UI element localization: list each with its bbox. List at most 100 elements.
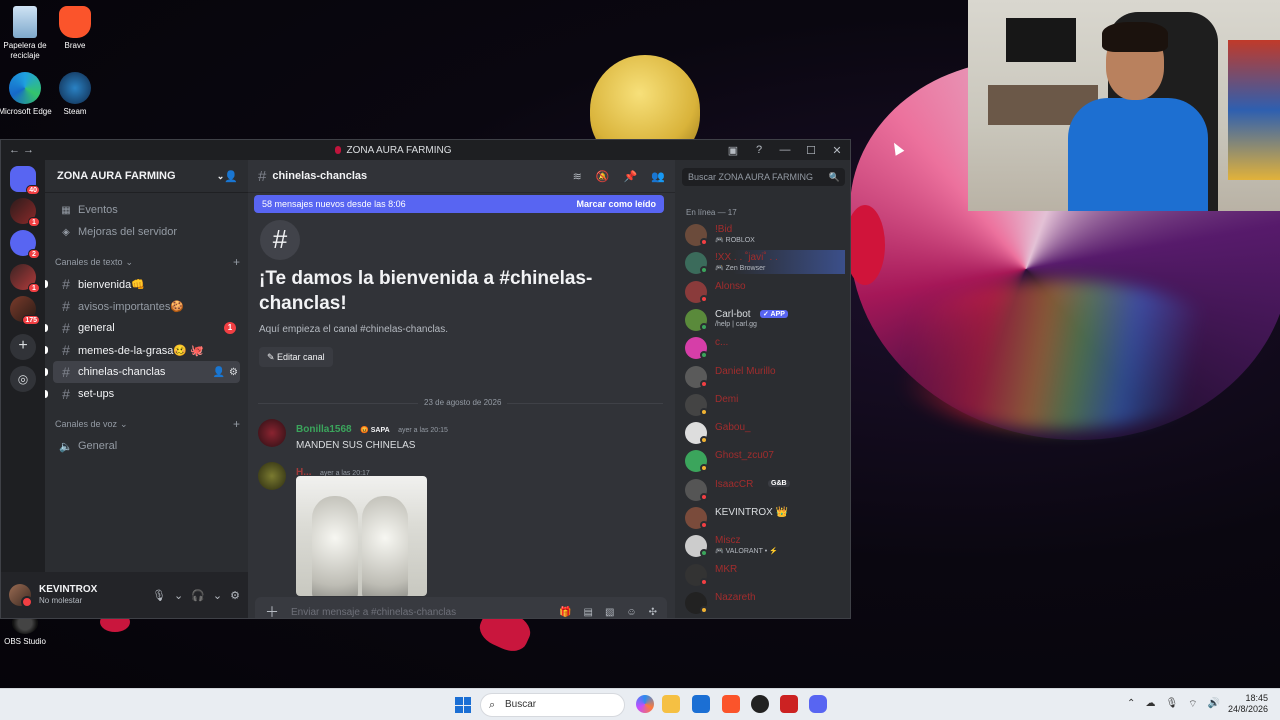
member-item[interactable]: KEVINTROX 👑 (685, 505, 845, 529)
category-label: Canales de texto (55, 257, 123, 267)
minimize-button[interactable]: — (778, 144, 792, 157)
avatar[interactable] (9, 584, 33, 608)
user-settings-icon[interactable]: ⚙ (230, 589, 240, 602)
message-input[interactable]: Enviar mensaje a #chinelas-chanclas (291, 607, 559, 618)
store-icon[interactable] (692, 695, 710, 713)
member-item[interactable]: MKR (685, 562, 845, 586)
pin-icon[interactable]: 📌 (624, 170, 638, 183)
chevron-down-icon[interactable]: ⌄ (174, 589, 183, 602)
emoji-icon[interactable]: ☺ (626, 607, 636, 618)
category-text-channels[interactable]: Canales de texto ⌄ + (55, 251, 240, 273)
member-item[interactable]: Nazareth (685, 590, 845, 614)
channel-avisos-importantes[interactable]: # avisos-importantes🍪 (53, 295, 240, 317)
edit-channel-button[interactable]: ✎ Editar canal (259, 347, 333, 367)
boost-label: Mejoras del servidor (78, 226, 178, 238)
maximize-button[interactable]: ☐ (804, 144, 818, 157)
chevron-down-icon[interactable]: ⌄ (213, 589, 222, 602)
sticker-icon[interactable]: ▧ (605, 607, 614, 618)
obs-taskbar-icon[interactable] (751, 695, 769, 713)
clan-tag: 😡 SAPA (360, 427, 390, 434)
desktop-icon-steam[interactable]: Steam (45, 72, 105, 117)
taskbar-search[interactable]: ⌕ Buscar (480, 693, 625, 717)
headphones-icon[interactable]: 🎧 (191, 589, 205, 602)
guild-header[interactable]: ZONA AURA FARMING ⌄ 👤 (45, 160, 248, 193)
image-attachment[interactable] (296, 476, 427, 596)
brave-taskbar-icon[interactable] (722, 695, 740, 713)
inbox-icon[interactable]: ▣ (726, 144, 740, 157)
events-item[interactable]: ▦ Eventos (53, 199, 240, 221)
search-icon: ⌕ (489, 699, 496, 711)
member-item[interactable]: !XX . . ˚javi˚ . . 🎮 Zen Browser (685, 250, 845, 275)
server-icon-2[interactable]: 2 (10, 230, 40, 259)
unread-badge: 1 (28, 217, 40, 227)
server-icon (335, 145, 342, 154)
app-taskbar-icon[interactable] (780, 695, 798, 713)
notifications-icon[interactable]: 🔕 (596, 170, 610, 183)
member-item[interactable]: Ghost_zcu07 (685, 448, 845, 473)
invite-icon[interactable]: 👤 (213, 367, 225, 378)
gif-icon[interactable]: ▤ (583, 607, 592, 618)
gear-icon[interactable]: ⚙ (229, 367, 238, 378)
direct-messages-button[interactable]: 40 (10, 166, 40, 195)
microphone-icon[interactable]: 🎙 (1165, 698, 1178, 711)
apps-icon[interactable]: ✣ (649, 607, 657, 618)
help-icon[interactable]: ? (752, 144, 766, 157)
message-author[interactable]: Bonilla1568 (296, 424, 352, 435)
threads-icon[interactable]: ≋ (573, 170, 582, 183)
gift-icon[interactable]: 🎁 (559, 607, 571, 618)
member-item[interactable]: IsaacCR G&B (685, 477, 845, 501)
file-explorer-icon[interactable] (662, 695, 680, 713)
chevron-up-icon[interactable]: ⌃ (1127, 698, 1135, 711)
channel-memes-de-la-grasa[interactable]: # memes-de-la-grasa🥴 🐙 (45, 339, 240, 361)
clock-date: 24/8/2026 (1227, 704, 1268, 714)
server-icon-3[interactable]: 1 (10, 264, 40, 293)
copilot-icon[interactable] (636, 695, 654, 713)
member-item[interactable]: Gabou_ (685, 420, 845, 445)
chat-header-icons: ≋ 🔕 📌 👥 (573, 170, 665, 183)
start-button[interactable] (455, 697, 471, 713)
wifi-icon[interactable]: ⌔ (1188, 698, 1197, 711)
member-list-icon[interactable]: 👥 (651, 170, 665, 183)
add-attachment-icon[interactable]: ＋ (265, 602, 279, 618)
add-server-icon[interactable]: + (10, 334, 36, 360)
date-divider: 23 de agosto de 2026 (258, 398, 663, 407)
create-channel-icon[interactable]: + (233, 255, 240, 269)
member-item[interactable]: Miscz 🎮 VALORANT • ⚡ (685, 533, 845, 558)
member-item[interactable]: !Bid 🎮 ROBLOX (685, 222, 845, 246)
channel-set-ups[interactable]: # set-ups (45, 383, 240, 405)
channel-name: general (78, 322, 115, 334)
volume-icon[interactable]: 🔊 (1208, 698, 1220, 711)
category-voice-channels[interactable]: Canales de voz ⌄ + (55, 413, 240, 435)
server-boost-item[interactable]: ◈ Mejoras del servidor (53, 221, 240, 243)
create-channel-icon[interactable]: + (233, 417, 240, 431)
hash-icon: # (62, 386, 70, 402)
server-icon-4[interactable]: 175 (10, 296, 40, 325)
member-item[interactable]: Daniel Murillo (685, 364, 845, 388)
mark-as-read-button[interactable]: Marcar como leído (576, 199, 656, 209)
voice-channel-general[interactable]: 🔈 General (53, 435, 240, 457)
member-item[interactable]: Carl-bot ✓ APP/help | carl.gg (685, 307, 845, 331)
desktop-icon-brave[interactable]: Brave (45, 6, 105, 51)
microphone-icon[interactable]: 🎙 (152, 589, 166, 602)
avatar[interactable] (258, 462, 286, 490)
search-input[interactable]: Buscar ZONA AURA FARMING 🔍 (682, 168, 845, 186)
member-item[interactable]: Alonso (685, 279, 845, 303)
server-icon-1[interactable]: 1 (10, 198, 40, 227)
window-nav-arrows[interactable]: ← → (1, 144, 61, 156)
channel-chinelas-chanclas[interactable]: # chinelas-chanclas 👤 ⚙ (45, 361, 240, 383)
brave-icon (59, 6, 91, 38)
discord-taskbar-icon[interactable] (809, 695, 827, 713)
discover-icon[interactable]: ◎ (10, 366, 36, 392)
channel-bienvenida[interactable]: # bienvenida👊 (45, 273, 240, 295)
close-button[interactable]: ✕ (830, 144, 844, 157)
wallpaper-rainbow (880, 280, 1240, 430)
member-item[interactable]: c... (685, 335, 845, 360)
avatar[interactable] (258, 419, 286, 447)
new-messages-bar[interactable]: 58 mensajes nuevos desde las 8:06 Marcar… (254, 195, 664, 213)
taskbar-clock[interactable]: 18:45 24/8/2026 (1228, 693, 1268, 715)
invite-people-icon[interactable]: 👤 (224, 170, 238, 183)
cloud-icon[interactable]: ☁ (1145, 698, 1155, 711)
channel-general[interactable]: # general 1 (45, 317, 240, 339)
member-name: IsaacCR (715, 478, 754, 490)
member-item[interactable]: Demi (685, 392, 845, 416)
